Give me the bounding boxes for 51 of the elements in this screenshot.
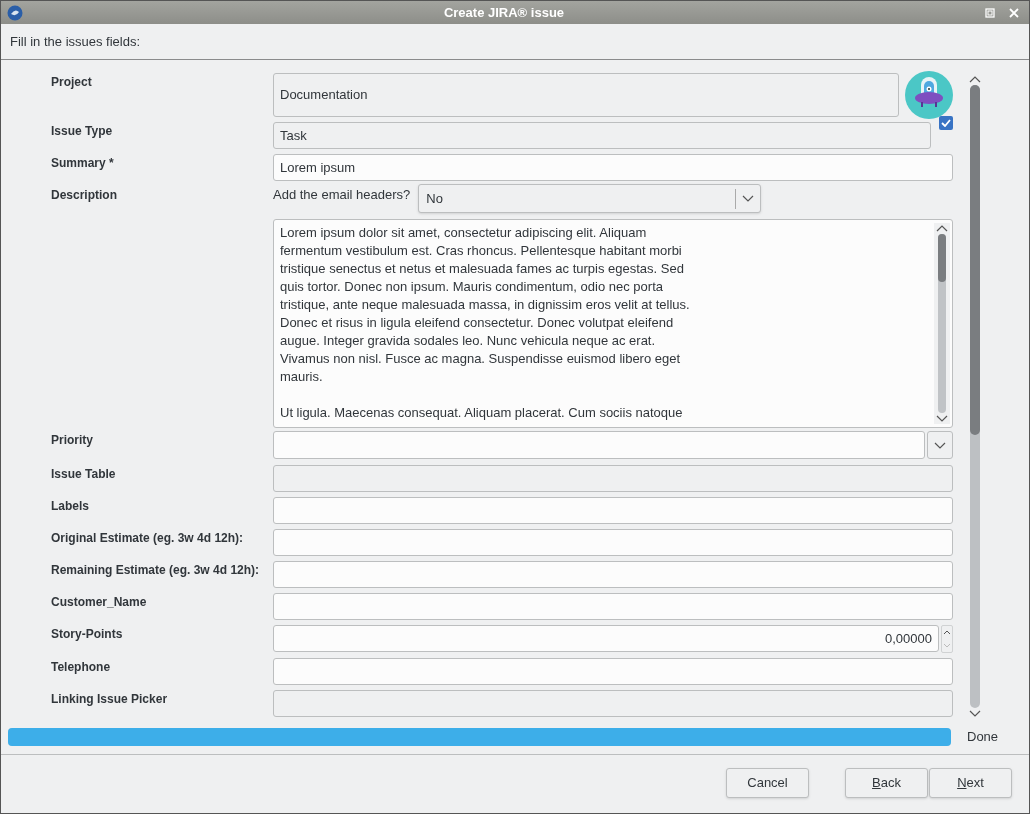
field-label: Customer_Name	[50, 594, 148, 612]
field-label: Issue Type	[50, 123, 114, 140]
project-field[interactable]: Documentation	[273, 73, 899, 117]
progress-status: Done	[967, 727, 1000, 746]
app-icon	[7, 4, 23, 21]
field-label: Story-Points	[50, 626, 124, 644]
chevron-down-icon	[742, 195, 755, 203]
scroll-down-icon	[936, 415, 948, 423]
checkbox[interactable]	[939, 116, 953, 130]
field-label: Original Estimate (eg. 3w 4d 12h):	[50, 530, 245, 547]
instruction-text: Fill in the issues fields:	[10, 32, 141, 51]
text-field[interactable]	[273, 658, 953, 686]
field-label: Labels	[50, 498, 90, 515]
scroll-down-icon	[969, 710, 981, 717]
field-label: Remaining Estimate (eg. 3w 4d 12h):	[50, 562, 261, 580]
description-textarea[interactable]	[273, 219, 953, 429]
scroll-up-icon	[936, 225, 948, 233]
text-field[interactable]	[273, 561, 953, 589]
issue-type-field[interactable]: Task	[273, 122, 931, 149]
headers-dropdown[interactable]: No	[418, 184, 762, 214]
field-label: Description	[50, 187, 118, 205]
close-icon[interactable]	[1009, 7, 1019, 18]
scrollbar-thumb[interactable]	[938, 234, 946, 283]
field-label: Project	[50, 74, 93, 91]
scrollbar[interactable]	[934, 223, 950, 425]
field-label: Summary *	[50, 155, 115, 172]
number-field[interactable]: 0,00000	[273, 625, 939, 653]
text-field[interactable]	[273, 529, 953, 556]
text-field[interactable]	[273, 497, 953, 524]
text-field[interactable]: Lorem ipsum	[273, 154, 953, 181]
field-label: Linking Issue Picker	[50, 691, 169, 709]
window-title: Create JIRA® issue	[442, 3, 566, 22]
text-field[interactable]	[273, 593, 953, 621]
headers-question: Add the email headers?	[273, 185, 411, 204]
scrollbar-thumb[interactable]	[970, 85, 980, 435]
spin-buttons[interactable]	[941, 625, 953, 654]
priority-field[interactable]	[273, 431, 925, 460]
dialog-button[interactable]: Cancel	[726, 768, 809, 798]
project-avatar-icon	[905, 71, 953, 119]
description-text: Ut ligula. Maecenas consequat. Aliquam placerat. Cum sociis natoque	[280, 404, 684, 423]
field-label: Issue Table	[50, 466, 117, 483]
field-label: Priority	[50, 432, 94, 450]
scroll-up-icon	[969, 76, 981, 83]
dialog-button[interactable]: Next	[929, 768, 1012, 798]
dropdown-button[interactable]	[927, 431, 953, 460]
dialog-button[interactable]: Back	[845, 768, 928, 798]
maximize-icon[interactable]	[985, 7, 995, 18]
scrollbar[interactable]	[967, 76, 983, 717]
chevron-down-icon	[934, 441, 946, 449]
description-text: Lorem ipsum dolor sit amet, consectetur adipiscing elit. Aliquam fermentum vestibulum est. Cras rhoncus. Pellentesque habitant morbi tristique senectus et netus et malesuada fames ac turpis egestas. Sed quis tortor. Donec non ipsum. Mauris condimentum, odio nec porta tristique, ante neque malesuada massa, in dignissim eros velit at tellus. Donec et risus in ligula eleifend consectetur. Donec volutpat eleifend augue. Integer gravida sodales leo. Nunc vehicula neque ac erat. Vivamus non nisl. Fusce ac magna. Suspendisse euismod libero eget mauris.	[280, 224, 691, 387]
field-label: Telephone	[50, 659, 112, 677]
